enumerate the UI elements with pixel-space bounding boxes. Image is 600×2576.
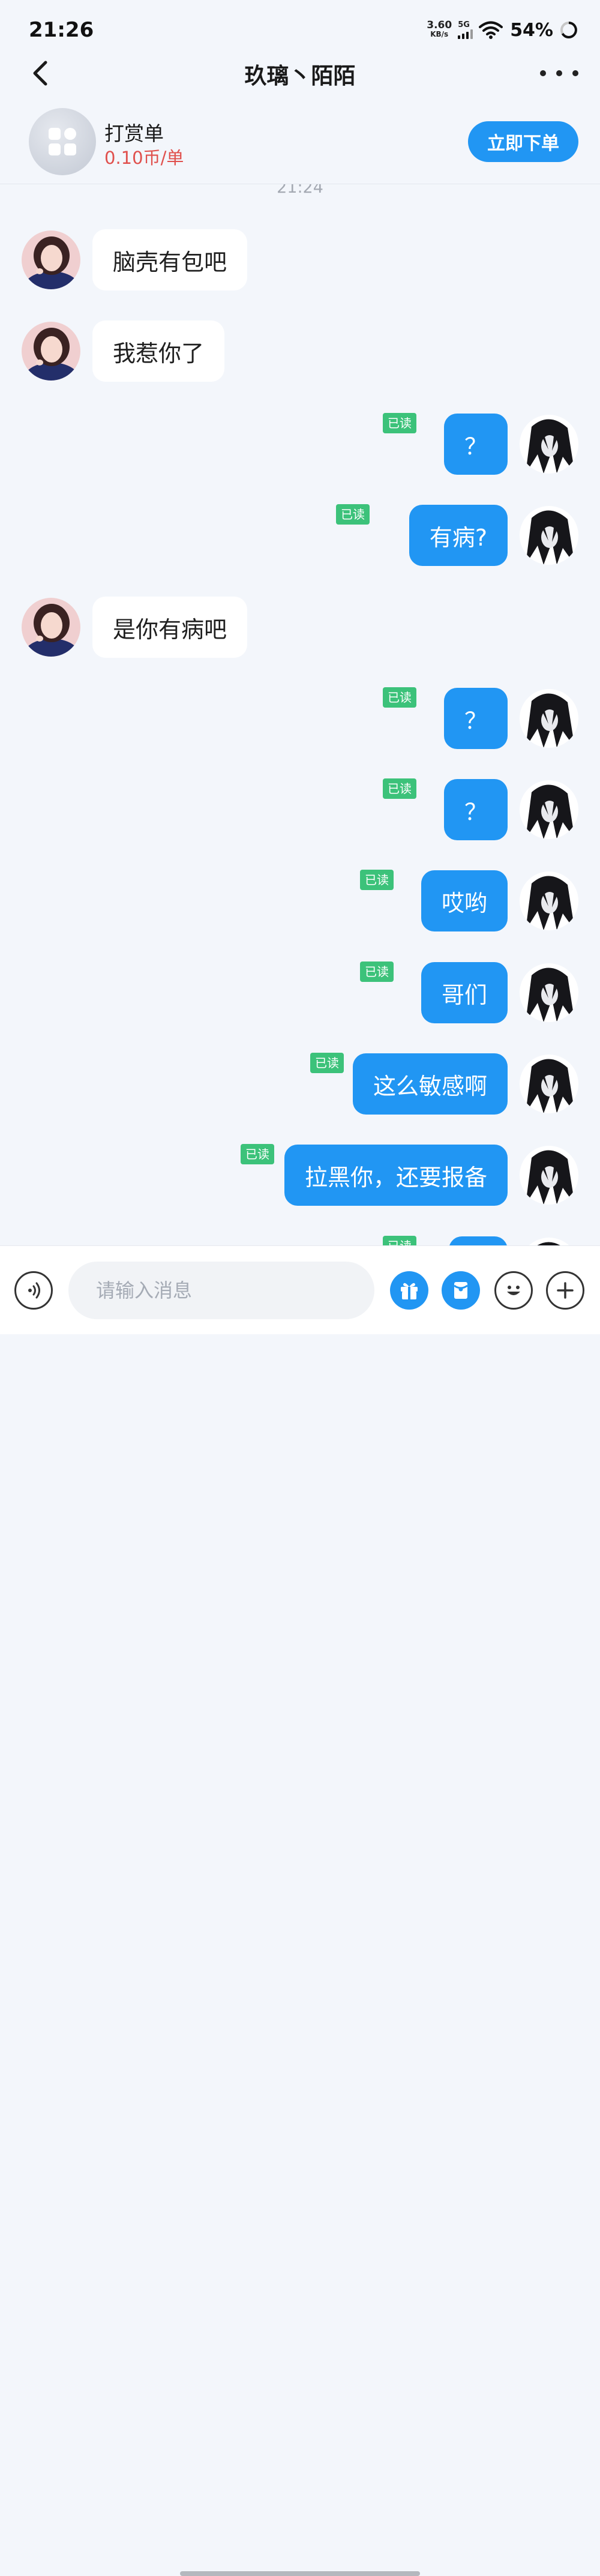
voice-input-button[interactable] xyxy=(14,1271,53,1310)
my-avatar[interactable] xyxy=(520,506,578,565)
chat-title: 玖璃丶陌陌 xyxy=(244,63,356,89)
gift-icon xyxy=(401,1283,418,1299)
message-outgoing: 已读 xyxy=(0,1236,600,1245)
contact-avatar[interactable] xyxy=(22,322,80,381)
anime-boy-portrait-icon xyxy=(520,1055,578,1113)
anime-boy-portrait-icon xyxy=(520,506,578,565)
home-indicator[interactable] xyxy=(180,2571,420,2576)
read-status-badge: 已读 xyxy=(383,1236,416,1245)
gift-button[interactable] xyxy=(390,1271,428,1310)
message-bubble[interactable]: 哥们 xyxy=(421,962,508,1023)
message-outgoing: 拉黑你，还要报备 已读 xyxy=(0,1144,600,1207)
message-outgoing: 有病? 已读 xyxy=(0,504,600,567)
wifi-icon xyxy=(479,21,503,39)
anime-boy-portrait-icon xyxy=(520,689,578,748)
anime-boy-portrait-icon xyxy=(520,871,578,930)
place-order-button[interactable]: 立即下单 xyxy=(468,121,578,162)
message-outgoing: 这么敏感啊 已读 xyxy=(0,1053,600,1116)
read-status-badge: 已读 xyxy=(360,961,394,982)
order-title: 打赏单 xyxy=(104,122,164,145)
girl-portrait-icon xyxy=(22,322,80,381)
more-dot-icon xyxy=(556,70,562,76)
girl-portrait-icon xyxy=(22,230,80,289)
more-dot-icon xyxy=(540,70,546,76)
my-avatar[interactable] xyxy=(520,1238,578,1245)
read-status-badge: 已读 xyxy=(336,504,370,525)
more-options-button[interactable] xyxy=(540,60,578,86)
network-speed-unit: KB/s xyxy=(430,30,449,38)
my-avatar[interactable] xyxy=(520,689,578,748)
message-bubble[interactable]: 这么敏感啊 xyxy=(352,1053,508,1115)
girl-portrait-icon xyxy=(22,598,80,657)
status-bar: 21:26 3.60 KB/s 5G 54% xyxy=(0,0,600,48)
my-avatar[interactable] xyxy=(520,1055,578,1113)
contact-avatar[interactable] xyxy=(22,598,80,657)
message-input-bar xyxy=(0,1245,600,2576)
message-bubble[interactable]: ？ xyxy=(443,414,508,475)
status-time: 21:26 xyxy=(29,18,94,42)
status-icons: 3.60 KB/s 5G 54% xyxy=(427,17,578,43)
message-outgoing: ？ 已读 xyxy=(0,778,600,841)
network-speed-value: 3.60 xyxy=(427,19,452,31)
read-status-badge: 已读 xyxy=(383,413,416,433)
read-status-badge: 已读 xyxy=(383,687,416,708)
message-incoming: 是你有病吧 xyxy=(0,597,600,659)
message-bubble[interactable]: 脑壳有包吧 xyxy=(92,229,248,290)
message-bubble[interactable] xyxy=(449,1236,508,1245)
red-packet-icon xyxy=(454,1282,468,1299)
message-bubble[interactable]: ？ xyxy=(443,688,508,749)
message-outgoing: 哥们 已读 xyxy=(0,961,600,1025)
voice-wave-icon xyxy=(28,1282,40,1299)
message-outgoing: ？ 已读 xyxy=(0,413,600,476)
chat-timestamp: 21:24 xyxy=(277,184,323,197)
more-actions-button[interactable] xyxy=(546,1271,584,1310)
cellular-signal: 5G xyxy=(458,21,473,39)
message-input[interactable] xyxy=(68,1262,374,1319)
message-bubble[interactable]: ？ xyxy=(443,779,508,840)
my-avatar[interactable] xyxy=(520,963,578,1022)
message-bubble[interactable]: 有病? xyxy=(409,505,508,566)
anime-boy-portrait-icon xyxy=(520,780,578,839)
anime-boy-portrait-icon xyxy=(520,415,578,474)
chat-messages: 21:24 脑壳有包吧 我惹你了 ？ 已读 有病? 已读 是你有病吧 ？ 已读 … xyxy=(0,184,600,1245)
message-bubble[interactable]: 拉黑你，还要报备 xyxy=(284,1145,508,1206)
message-bubble[interactable]: 哎哟 xyxy=(421,870,508,931)
grid-apps-icon xyxy=(49,128,76,155)
message-bubble[interactable]: 我惹你了 xyxy=(92,320,225,382)
my-avatar[interactable] xyxy=(520,1146,578,1205)
read-status-badge: 已读 xyxy=(360,870,394,890)
my-avatar[interactable] xyxy=(520,871,578,930)
read-status-badge: 已读 xyxy=(383,778,416,799)
read-status-badge: 已读 xyxy=(310,1053,344,1073)
smiley-face-icon xyxy=(507,1286,520,1295)
my-avatar[interactable] xyxy=(520,415,578,474)
read-status-badge: 已读 xyxy=(241,1144,274,1164)
order-bar: 打赏单 0.10币/单 立即下单 xyxy=(0,106,600,184)
battery-ring-icon xyxy=(560,22,577,38)
anime-boy-portrait-icon xyxy=(520,1238,578,1245)
message-incoming: 我惹你了 xyxy=(0,320,600,383)
network-speed: 3.60 KB/s xyxy=(427,19,452,39)
battery-percentage: 54% xyxy=(510,19,553,41)
plus-icon xyxy=(557,1282,574,1299)
signal-bars-icon xyxy=(458,29,473,39)
message-incoming: 脑壳有包吧 xyxy=(0,229,600,292)
order-icon xyxy=(29,108,96,175)
my-avatar[interactable] xyxy=(520,780,578,839)
order-price: 0.10币/单 xyxy=(104,148,184,168)
network-type-label: 5G xyxy=(458,20,470,29)
contact-avatar[interactable] xyxy=(22,230,80,289)
message-outgoing: 哎哟 已读 xyxy=(0,870,600,933)
message-bubble[interactable]: 是你有病吧 xyxy=(92,597,248,658)
chat-header: 玖璃丶陌陌 xyxy=(0,48,600,106)
anime-boy-portrait-icon xyxy=(520,963,578,1022)
red-packet-button[interactable] xyxy=(442,1271,480,1310)
more-dot-icon xyxy=(572,70,578,76)
anime-boy-portrait-icon xyxy=(520,1146,578,1205)
emoji-button[interactable] xyxy=(494,1271,533,1310)
message-outgoing: ？ 已读 xyxy=(0,687,600,750)
